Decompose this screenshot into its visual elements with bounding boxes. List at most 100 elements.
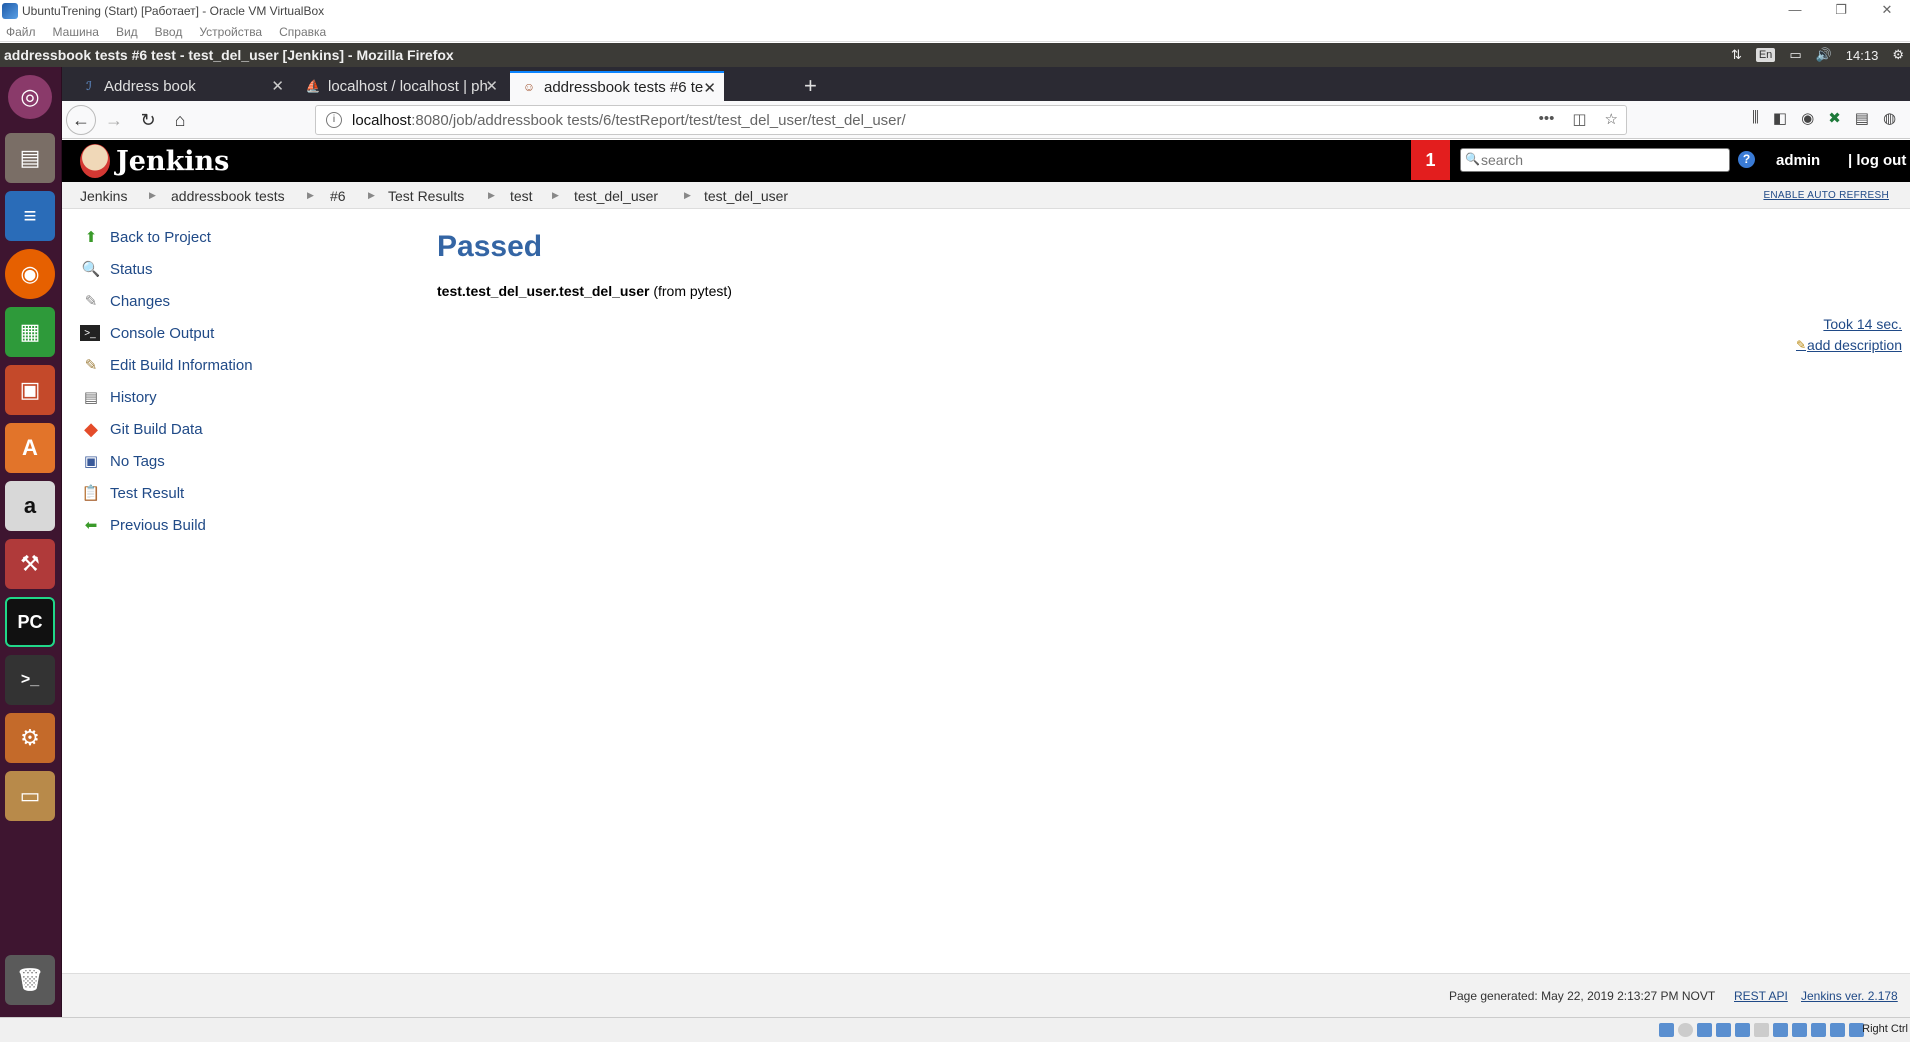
document-extension-icon[interactable]: ▤ [1855, 109, 1869, 127]
optical-icon[interactable] [1678, 1023, 1693, 1037]
gear-icon[interactable]: ⚙ [1892, 47, 1904, 63]
network-icon[interactable]: ⇅ [1731, 47, 1742, 63]
system-settings-icon[interactable]: ⚒ [5, 539, 55, 589]
software-center-icon[interactable]: A [5, 423, 55, 473]
breadcrumb-arrow-icon[interactable]: ▶ [552, 190, 559, 201]
reload-icon[interactable]: ↻ [134, 107, 162, 133]
breadcrumb-package[interactable]: test [510, 188, 533, 204]
task-console-output[interactable]: >_ Console Output [80, 321, 214, 345]
sidebar-icon[interactable]: ◧ [1773, 109, 1787, 127]
display-icon[interactable] [1773, 1023, 1788, 1037]
hdd-icon[interactable] [1659, 1023, 1674, 1037]
task-edit-build-information[interactable]: ✎ Edit Build Information [80, 353, 253, 377]
pycharm-icon[interactable]: PC [5, 597, 55, 647]
recording-icon[interactable] [1792, 1023, 1807, 1037]
tab-phpmyadmin[interactable]: ⛵ localhost / localhost | ph ✕ [294, 71, 506, 101]
breadcrumb-jenkins[interactable]: Jenkins [80, 188, 127, 204]
home-icon[interactable]: ⌂ [166, 107, 194, 133]
keyboard-layout-indicator[interactable]: En [1755, 48, 1776, 62]
task-git-build-data[interactable]: ◆ Git Build Data [80, 417, 202, 441]
task-no-tags[interactable]: ▣ No Tags [80, 449, 165, 473]
breadcrumb-test-case[interactable]: test_del_user [704, 188, 788, 204]
volume-icon[interactable]: 🔊 [1816, 47, 1832, 63]
breadcrumb-class[interactable]: test_del_user [574, 188, 658, 204]
info-icon[interactable]: i [326, 112, 342, 128]
files-icon[interactable]: ▤ [5, 133, 55, 183]
terminal-icon[interactable]: >_ [5, 655, 55, 705]
task-back-to-project[interactable]: ⬆ Back to Project [80, 225, 211, 249]
breadcrumb-arrow-icon[interactable]: ▶ [488, 190, 495, 201]
tab-jenkins[interactable]: ☺ addressbook tests #6 te ✕ [510, 71, 724, 101]
extension-icon[interactable]: ◉ [1801, 109, 1814, 127]
panel-indicators: ⇅ En ▭ 🔊 14:13 ⚙ [1731, 43, 1904, 67]
menu-help[interactable]: Справка [279, 25, 326, 39]
amazon-icon[interactable]: a [5, 481, 55, 531]
add-description-link[interactable]: ✎ add description [1796, 337, 1902, 353]
help-icon[interactable]: ? [1738, 151, 1755, 168]
mouse-icon[interactable] [1830, 1023, 1845, 1037]
menu-devices[interactable]: Устройства [199, 25, 262, 39]
rest-api-link[interactable]: REST API [1734, 989, 1788, 1003]
more-actions-icon[interactable]: ••• [1539, 110, 1555, 128]
enable-auto-refresh-link[interactable]: ENABLE AUTO REFRESH [1763, 190, 1889, 201]
calc-icon[interactable]: ▦ [5, 307, 55, 357]
cpu-icon[interactable] [1811, 1023, 1826, 1037]
close-tab-icon[interactable]: ✕ [485, 77, 498, 95]
vbox-titlebar: UbuntuTrening (Start) [Работает] - Oracl… [0, 0, 1910, 22]
menu-input[interactable]: Ввод [155, 25, 183, 39]
notification-badge[interactable]: 1 [1411, 140, 1450, 180]
trash-icon[interactable]: 🗑 [5, 955, 55, 1005]
forward-icon[interactable]: → [100, 107, 128, 133]
bookmark-star-icon[interactable]: ☆ [1605, 110, 1618, 128]
pocket-icon[interactable]: ◫ [1572, 110, 1586, 128]
jenkins-version-link[interactable]: Jenkins ver. 2.178 [1801, 989, 1898, 1003]
account-icon[interactable]: ◍ [1883, 109, 1896, 127]
shared-folder-icon[interactable] [1754, 1023, 1769, 1037]
battery-icon[interactable]: ▭ [1789, 47, 1801, 63]
excel-extension-icon[interactable]: ✖ [1828, 109, 1841, 127]
archive-icon[interactable]: ▭ [5, 771, 55, 821]
menu-file[interactable]: Файл [6, 25, 36, 39]
menu-view[interactable]: Вид [116, 25, 138, 39]
notepad-icon: ✎ [84, 293, 98, 310]
breadcrumb-test-results[interactable]: Test Results [388, 188, 464, 204]
network-icon[interactable] [1716, 1023, 1731, 1037]
library-icon[interactable]: ⫼ [1752, 109, 1759, 127]
close-tab-icon[interactable]: ✕ [271, 77, 284, 95]
audio-icon[interactable] [1697, 1023, 1712, 1037]
new-tab-button[interactable]: + [804, 73, 817, 99]
logout-link[interactable]: | log out [1848, 152, 1906, 169]
breadcrumb-arrow-icon[interactable]: ▶ [368, 190, 375, 201]
task-previous-build[interactable]: ⬅ Previous Build [80, 513, 206, 537]
breadcrumb-arrow-icon[interactable]: ▶ [684, 190, 691, 201]
menu-machine[interactable]: Машина [53, 25, 99, 39]
impress-icon[interactable]: ▣ [5, 365, 55, 415]
search-input[interactable] [1460, 148, 1730, 172]
close-tab-icon[interactable]: ✕ [703, 79, 716, 97]
url-bar[interactable]: i localhost :8080/job/addressbook tests/… [315, 105, 1627, 135]
breadcrumb-build[interactable]: #6 [330, 188, 346, 204]
task-label: Previous Build [110, 516, 206, 534]
restore-button[interactable]: ❐ [1818, 0, 1864, 22]
user-link[interactable]: admin [1776, 152, 1820, 169]
task-history[interactable]: ▤ History [80, 385, 157, 409]
task-test-result[interactable]: 📋 Test Result [80, 481, 185, 505]
firefox-icon[interactable]: ◉ [5, 249, 55, 299]
breadcrumb-arrow-icon[interactable]: ▶ [149, 190, 156, 201]
ubuntu-dash-icon[interactable]: ◎ [8, 75, 52, 119]
jenkins-logo[interactable]: Jenkins [80, 144, 229, 178]
usb-icon[interactable] [1735, 1023, 1750, 1037]
breadcrumb-job[interactable]: addressbook tests [171, 188, 285, 204]
breadcrumb-arrow-icon[interactable]: ▶ [307, 190, 314, 201]
back-icon[interactable]: ← [66, 105, 96, 135]
jenkins-footer: Page generated: May 22, 2019 2:13:27 PM … [62, 973, 1910, 1017]
task-status[interactable]: 🔍 Status [80, 257, 153, 281]
close-button[interactable]: ✕ [1864, 0, 1910, 22]
settings-tool-icon[interactable]: ⚙ [5, 713, 55, 763]
minimize-button[interactable]: — [1772, 0, 1818, 22]
tab-address-book[interactable]: ℐ Address book ✕ [70, 71, 292, 101]
task-changes[interactable]: ✎ Changes [80, 289, 170, 313]
duration-link[interactable]: Took 14 sec. [1823, 316, 1902, 332]
writer-icon[interactable]: ≡ [5, 191, 55, 241]
clock[interactable]: 14:13 [1846, 48, 1879, 63]
